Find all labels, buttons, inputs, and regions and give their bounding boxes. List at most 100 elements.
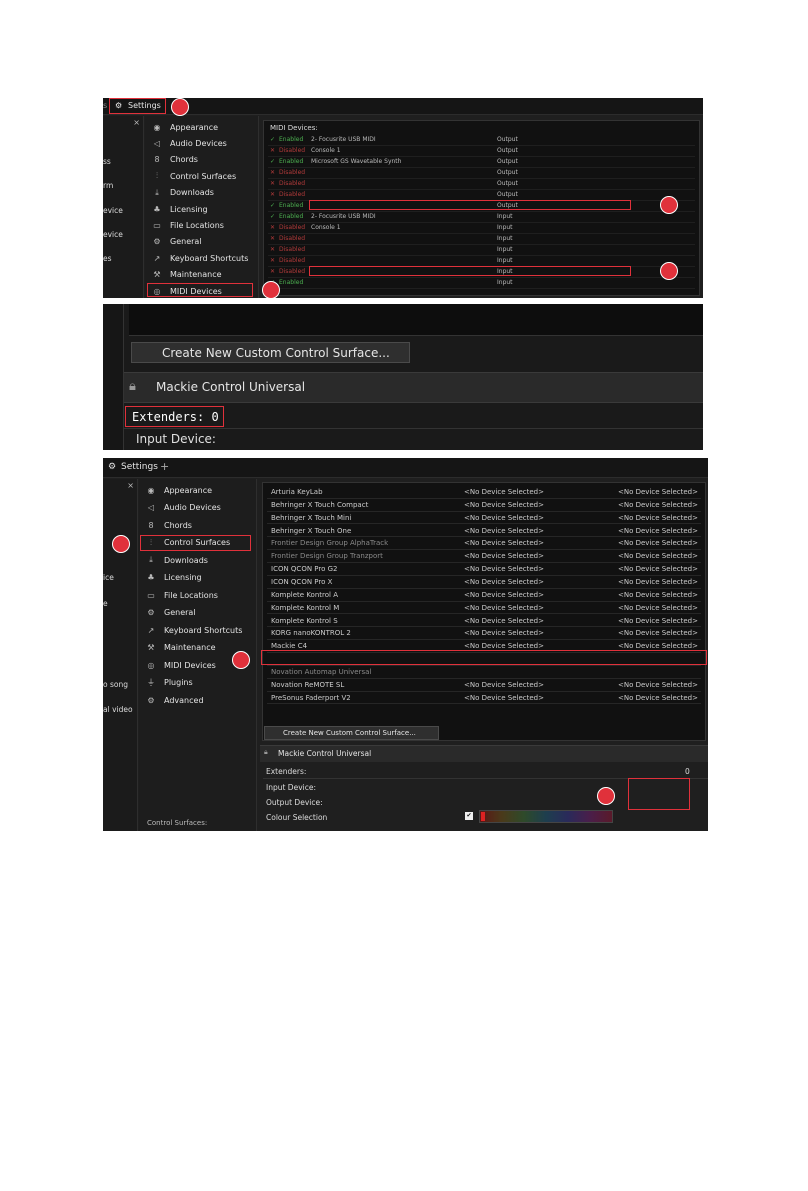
output-device-select[interactable]: <No Device Selected> bbox=[618, 604, 698, 612]
nav-item-midi-devices[interactable]: ◎ MIDI Devices bbox=[145, 657, 216, 673]
nav-item-keyboard-shortcuts[interactable]: ↗ Keyboard Shortcuts bbox=[151, 250, 249, 266]
midi-device-row[interactable]: ✓EnabledInput bbox=[268, 278, 695, 289]
close-icon[interactable]: × bbox=[127, 481, 134, 490]
colour-gradient-picker[interactable] bbox=[479, 810, 613, 823]
nav-item-maintenance[interactable]: ⚒ Maintenance bbox=[145, 640, 215, 656]
control-surface-row[interactable]: Novation ReMOTE SL <No Device Selected> <N… bbox=[267, 679, 701, 692]
control-surface-row[interactable]: Komplete Kontrol S <No Device Selected> <N… bbox=[267, 615, 701, 628]
output-device-select[interactable]: <No Device Selected> bbox=[618, 681, 698, 689]
output-device-select[interactable]: <No Device Selected> bbox=[618, 501, 698, 509]
output-device-select[interactable]: <No Device Selected> bbox=[618, 642, 698, 650]
output-device-select[interactable]: <No Device Selected> bbox=[618, 514, 698, 522]
output-device-select[interactable]: <No Device Selected> bbox=[618, 488, 698, 496]
device-direction: Input bbox=[497, 257, 513, 264]
surface-name: Novation ReMOTE SL bbox=[271, 680, 345, 689]
input-device-select[interactable]: <No Device Selected> bbox=[464, 629, 544, 637]
colour-checkbox[interactable]: ✔ bbox=[465, 812, 473, 820]
device-status: Disabled bbox=[279, 191, 306, 198]
input-device-select[interactable]: <No Device Selected> bbox=[464, 488, 544, 496]
add-tab-icon[interactable]: + bbox=[160, 460, 169, 473]
left-stub-label: e bbox=[103, 599, 108, 608]
control-surface-row[interactable]: ICON QCON Pro X <No Device Selected> <No D… bbox=[267, 576, 701, 589]
control-surface-row[interactable]: Frontier Design Group Tranzport <No Devic… bbox=[267, 550, 701, 564]
x-icon: ✕ bbox=[270, 147, 276, 154]
input-device-select[interactable]: <No Device Selected> bbox=[464, 552, 544, 560]
midi-device-row[interactable]: ✕ Disabled Input bbox=[268, 245, 695, 256]
output-device-select[interactable]: <No Device Selected> bbox=[618, 617, 698, 625]
input-device-select[interactable]: <No Device Selected> bbox=[464, 591, 544, 599]
tab-settings[interactable]: Settings bbox=[121, 462, 158, 472]
output-device-select[interactable]: <No Device Selected> bbox=[618, 591, 698, 599]
speaker-icon: ◁ bbox=[153, 138, 161, 148]
control-surface-row[interactable]: Behringer X Touch Mini <No Device Selecte… bbox=[267, 512, 701, 525]
midi-device-row[interactable]: ✓ Enabled 2- Focusrite USB MIDI Input bbox=[268, 212, 695, 223]
input-device-select[interactable]: <No Device Selected> bbox=[464, 501, 544, 509]
input-device-select[interactable]: <No Device Selected> bbox=[464, 681, 544, 689]
nav-item-audio-devices[interactable]: ◁ Audio Devices bbox=[145, 500, 221, 516]
nav-item-label: Licensing bbox=[164, 573, 202, 582]
nav-item-appearance[interactable]: ◉ Appearance bbox=[145, 482, 213, 498]
input-device-select[interactable]: <No Device Selected> bbox=[464, 694, 544, 702]
nav-item-file-locations[interactable]: ▭ File Locations bbox=[145, 587, 218, 603]
input-device-select[interactable]: <No Device Selected> bbox=[464, 565, 544, 573]
nav-item-advanced[interactable]: ⚙ Advanced bbox=[145, 692, 203, 708]
nav-item-general[interactable]: ⚙ General bbox=[151, 234, 201, 250]
nav-item-plugins[interactable]: ⏚ Plugins bbox=[145, 675, 193, 691]
close-icon[interactable]: × bbox=[133, 118, 140, 127]
create-custom-surface-button[interactable]: Create New Custom Control Surface... bbox=[264, 726, 439, 740]
control-surface-row[interactable]: Novation Automap Universal bbox=[267, 666, 701, 679]
output-device-select[interactable]: <No Device Selected> bbox=[618, 578, 698, 586]
midi-device-row[interactable]: ✕ Disabled Output bbox=[268, 179, 695, 190]
nav-item-label: Maintenance bbox=[170, 270, 222, 280]
nav-item-licensing[interactable]: ♣ Licensing bbox=[151, 201, 207, 217]
nav-item-chords[interactable]: 8 Chords bbox=[151, 152, 198, 168]
input-device-select[interactable]: <No Device Selected> bbox=[464, 604, 544, 612]
nav-item-licensing[interactable]: ♣ Licensing bbox=[145, 570, 202, 586]
midi-device-row[interactable]: ✕ Disabled Output bbox=[268, 168, 695, 179]
control-surface-row[interactable]: Komplete Kontrol A <No Device Selected> <N… bbox=[267, 589, 701, 602]
device-status: Enabled bbox=[279, 279, 304, 286]
output-device-select[interactable]: <No Device Selected> bbox=[618, 539, 698, 547]
device-status: Disabled bbox=[279, 268, 306, 275]
control-surface-row[interactable]: ICON QCON Pro G2 <No Device Selected> <No … bbox=[267, 563, 701, 576]
midi-device-row[interactable]: ✕ Disabled Console 1 Input bbox=[268, 223, 695, 234]
input-device-select[interactable]: <No Device Selected> bbox=[464, 514, 544, 522]
nav-item-file-locations[interactable]: ▭ File Locations bbox=[151, 217, 224, 233]
nav-item-keyboard-shortcuts[interactable]: ↗ Keyboard Shortcuts bbox=[145, 622, 243, 638]
control-surface-row[interactable]: Komplete Kontrol M <No Device Selected> <N… bbox=[267, 602, 701, 615]
midi-device-row[interactable]: ✓ Enabled 2- Focusrite USB MIDI Output bbox=[268, 135, 695, 146]
folder-icon: ▭ bbox=[147, 590, 155, 600]
output-device-select[interactable]: <No Device Selected> bbox=[618, 552, 698, 560]
control-surface-row[interactable]: PreSonus Faderport V2 <No Device Selected… bbox=[267, 692, 701, 705]
left-stub-label: al video bbox=[103, 705, 133, 714]
create-custom-surface-button[interactable]: Create New Custom Control Surface... bbox=[131, 342, 410, 363]
nav-item-appearance[interactable]: ◉ Appearance bbox=[151, 119, 219, 135]
control-surface-row[interactable]: Arturia KeyLab <No Device Selected> <No De… bbox=[267, 486, 701, 499]
midi-device-row[interactable]: ✓ Enabled Microsoft GS Wavetable Synth Outp… bbox=[268, 157, 695, 168]
nav-item-label: Plugins bbox=[164, 678, 193, 687]
nav-item-downloads[interactable]: ⤓ Downloads bbox=[151, 185, 214, 201]
output-device-select[interactable]: <No Device Selected> bbox=[618, 629, 698, 637]
control-surface-row[interactable]: Behringer X Touch Compact <No Device Sele… bbox=[267, 499, 701, 512]
output-device-select[interactable]: <No Device Selected> bbox=[618, 565, 698, 573]
control-surface-row[interactable]: Frontier Design Group AlphaTrack <No Devi… bbox=[267, 537, 701, 551]
nav-item-maintenance[interactable]: ⚒ Maintenance bbox=[151, 267, 222, 283]
output-device-select[interactable]: <No Device Selected> bbox=[618, 694, 698, 702]
nav-item-audio-devices[interactable]: ◁ Audio Devices bbox=[151, 135, 227, 151]
input-device-select[interactable]: <No Device Selected> bbox=[464, 617, 544, 625]
input-device-select[interactable]: <No Device Selected> bbox=[464, 527, 544, 535]
midi-device-row[interactable]: ✕ Disabled Console 1 Output bbox=[268, 146, 695, 157]
input-device-select[interactable]: <No Device Selected> bbox=[464, 578, 544, 586]
hidden-tab-fragment: s bbox=[103, 101, 108, 110]
extenders-value[interactable]: 0 bbox=[685, 767, 690, 776]
control-surface-row[interactable]: Behringer X Touch One <No Device Selected… bbox=[267, 525, 701, 538]
nav-item-general[interactable]: ⚙ General bbox=[145, 605, 195, 621]
input-device-select[interactable]: <No Device Selected> bbox=[464, 539, 544, 547]
midi-device-row[interactable]: ✕ Disabled Input bbox=[268, 234, 695, 245]
nav-item-control-surfaces[interactable]: ⫶ Control Surfaces bbox=[151, 168, 236, 184]
output-device-select[interactable]: <No Device Selected> bbox=[618, 527, 698, 535]
control-surface-row[interactable]: KORG nanoKONTROL 2 <No Device Selected> <N… bbox=[267, 627, 701, 641]
input-device-select[interactable]: <No Device Selected> bbox=[464, 642, 544, 650]
nav-item-downloads[interactable]: ⤓ Downloads bbox=[145, 552, 208, 568]
nav-item-chords[interactable]: 8 Chords bbox=[145, 517, 192, 533]
